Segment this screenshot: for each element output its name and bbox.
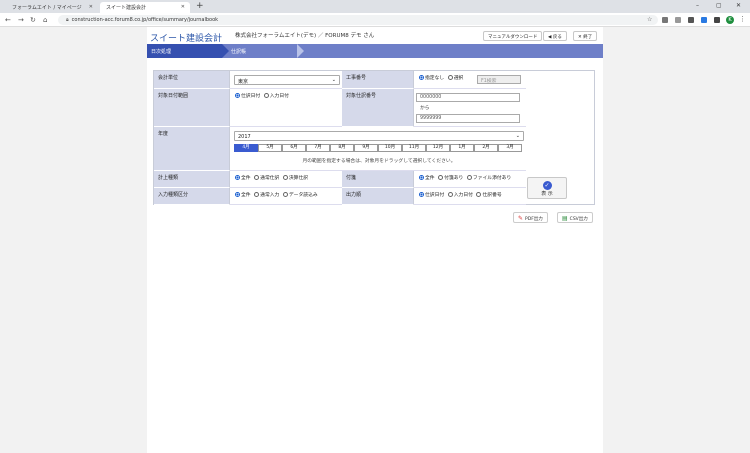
show-button[interactable]: ✓ 表 示	[527, 177, 567, 199]
month-2[interactable]: 2月	[474, 144, 498, 152]
month-1[interactable]: 1月	[450, 144, 474, 152]
month-8[interactable]: 8月	[330, 144, 354, 152]
app-container: スイート建設会計 株式会社フォーラムエイト(デモ) ／ FORUM8 デモ さん…	[147, 27, 603, 453]
menu-dots-icon[interactable]: ⋮	[739, 15, 746, 23]
check-icon: ✓	[542, 181, 552, 190]
month-hint: 月の範囲を指定する場合は、対象月をドラッグして選択してください。	[302, 159, 456, 164]
tab-label: スイート建設会計	[106, 5, 147, 11]
month-9[interactable]: 9月	[354, 144, 378, 152]
radio-input-date[interactable]	[263, 93, 269, 98]
accounting-unit-select[interactable]: 東京 ⌄	[234, 75, 340, 85]
forward-arrow-icon[interactable]: →	[18, 16, 24, 24]
range-separator: から	[420, 106, 430, 111]
pdf-export-button[interactable]: ✎ PDF出力	[513, 212, 548, 223]
tab-label: フォーラムエイト / マイページ	[12, 5, 82, 11]
month-11[interactable]: 11月	[402, 144, 426, 152]
app-title: スイート建設会計	[150, 34, 223, 44]
journal-no-from-input[interactable]: 0000000	[416, 93, 520, 102]
radio-attach-file[interactable]	[466, 175, 472, 180]
window-close-icon[interactable]: ✕	[736, 2, 741, 9]
csv-export-button[interactable]: ▤ CSV出力	[557, 212, 593, 223]
close-icon[interactable]: ✕	[89, 4, 93, 10]
browser-tab-mypage[interactable]: フォーラムエイト / マイページ ✕	[6, 2, 98, 13]
breadcrumb-step-journal: 仕訳帳	[231, 49, 247, 55]
input-type-cell: 全件 通常入力 データ読込み	[230, 188, 342, 205]
month-3[interactable]: 3月	[498, 144, 522, 152]
month-12[interactable]: 12月	[426, 144, 450, 152]
puzzle-icon[interactable]	[714, 17, 720, 23]
journal-no-label: 対象仕訳番号	[342, 89, 414, 127]
address-bar: ← → ↻ ⌂ 🔒︎ construction-acc.forum8.co.jp/…	[0, 13, 750, 27]
radio-attach-sticky[interactable]	[438, 175, 444, 180]
radio-entry-normal[interactable]	[254, 175, 260, 180]
back-arrow-icon[interactable]: ←	[5, 16, 11, 24]
chevron-down-icon: ⌄	[515, 133, 520, 139]
month-10[interactable]: 10月	[378, 144, 402, 152]
month-7[interactable]: 7月	[306, 144, 330, 152]
input-type-label: 入力種類区分	[154, 188, 230, 205]
extension-icon[interactable]	[701, 17, 707, 23]
back-button[interactable]: ◀ 戻る	[543, 31, 567, 41]
radio-input-normal[interactable]	[254, 192, 260, 197]
journal-no-to-input[interactable]: 9999999	[416, 114, 520, 123]
url-input[interactable]: 🔒︎ construction-acc.forum8.co.jp/office/s…	[58, 15, 658, 25]
radio-input-all[interactable]	[235, 192, 240, 197]
date-range-label: 対象日付範囲	[154, 89, 230, 127]
breadcrumb-arrow	[222, 44, 229, 58]
url-text: construction-acc.forum8.co.jp/office/sum…	[71, 17, 219, 23]
month-6[interactable]: 6月	[282, 144, 306, 152]
radio-entry-closing[interactable]	[282, 175, 288, 180]
manual-download-button[interactable]: マニュアルダウンロード	[483, 31, 543, 41]
fiscal-year-label: 年度	[154, 127, 230, 171]
company-user-name: 株式会社フォーラムエイト(デモ) ／ FORUM8 デモ さん	[235, 33, 375, 39]
reload-icon[interactable]: ↻	[30, 16, 36, 24]
exit-button[interactable]: ✕ 終了	[573, 31, 598, 41]
breadcrumb-arrow	[297, 44, 304, 58]
radio-order-journal-date[interactable]	[419, 192, 424, 197]
attachment-cell: 全件 付箋あり ファイル添付あり	[414, 171, 526, 188]
radio-entry-all[interactable]	[235, 175, 240, 180]
construction-no-label: 工事番号	[342, 71, 414, 89]
lock-icon: 🔒︎	[66, 17, 69, 23]
radio-order-journal-no[interactable]	[476, 192, 482, 197]
star-icon[interactable]: ☆	[647, 16, 652, 23]
radio-order-input-date[interactable]	[447, 192, 453, 197]
radio-select[interactable]	[447, 75, 453, 80]
profile-avatar[interactable]: K	[726, 16, 734, 24]
csv-icon: ▤	[562, 215, 568, 222]
output-order-cell: 仕訳日付 入力日付 仕訳番号	[414, 188, 526, 205]
entry-type-cell: 全件 通常仕訳 決算仕訳	[230, 171, 342, 188]
extension-icon[interactable]	[688, 17, 694, 23]
month-5[interactable]: 5月	[258, 144, 282, 152]
output-order-label: 出力順	[342, 188, 414, 205]
pdf-icon: ✎	[518, 215, 524, 222]
radio-input-import[interactable]	[282, 192, 288, 197]
breadcrumb-step-daily[interactable]: 日次処理	[147, 44, 222, 58]
month-4[interactable]: 4月	[234, 144, 258, 152]
minimize-icon[interactable]: –	[696, 2, 699, 9]
fiscal-year-select[interactable]: 2017 ⌄	[234, 131, 524, 141]
browser-tab-active[interactable]: スイート建設会計 ✕	[100, 2, 190, 13]
browser-tabbar: フォーラムエイト / マイページ ✕ スイート建設会計 ✕ + – ▢ ✕	[0, 0, 750, 13]
chevron-down-icon: ⌄	[331, 77, 336, 83]
new-tab-icon[interactable]: +	[196, 1, 204, 11]
home-icon[interactable]: ⌂	[43, 16, 47, 24]
extension-icon[interactable]	[675, 17, 681, 23]
accounting-unit-label: 会計単位	[154, 71, 230, 89]
radio-none[interactable]	[419, 75, 424, 80]
date-range-cell: 仕訳日付 入力日付	[230, 89, 342, 127]
maximize-icon[interactable]: ▢	[716, 2, 722, 9]
radio-journal-date[interactable]	[235, 93, 240, 98]
entry-type-label: 計上種類	[154, 171, 230, 188]
construction-search-input[interactable]: F1検索	[477, 75, 521, 84]
breadcrumb: 日次処理 仕訳帳	[147, 44, 603, 58]
radio-attach-all[interactable]	[419, 175, 424, 180]
attachment-label: 付箋	[342, 171, 414, 188]
close-icon[interactable]: ✕	[181, 4, 185, 10]
extension-icon[interactable]	[662, 17, 668, 23]
